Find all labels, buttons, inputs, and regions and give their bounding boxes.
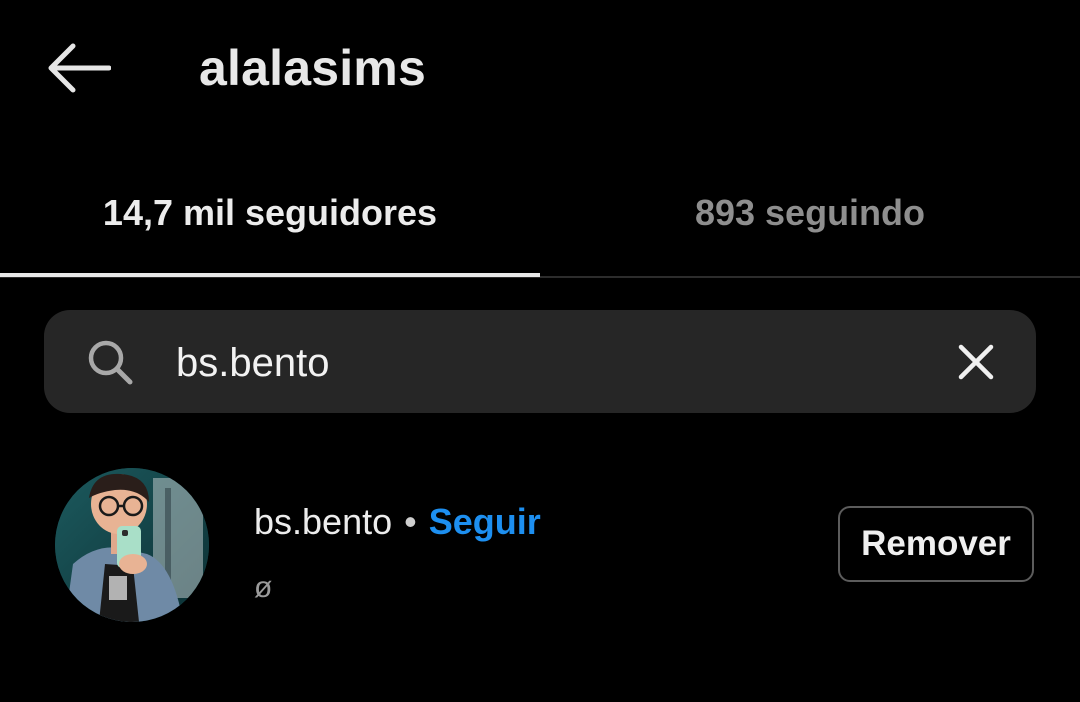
tab-following[interactable]: 893 seguindo: [540, 150, 1080, 276]
close-icon: [958, 344, 994, 380]
full-name: ø: [254, 571, 273, 604]
separator-dot: •: [404, 501, 417, 542]
tab-followers[interactable]: 14,7 mil seguidores: [0, 150, 540, 276]
clear-search-button[interactable]: [950, 336, 1002, 388]
avatar-image: [55, 468, 209, 622]
active-tab-indicator: [0, 273, 540, 277]
follow-button[interactable]: Seguir: [429, 501, 541, 543]
result-user-line: bs.bento • Seguir: [254, 498, 541, 546]
back-button[interactable]: [40, 38, 116, 98]
arrow-left-icon: [48, 43, 111, 93]
search-icon: [88, 340, 133, 385]
search-input[interactable]: [176, 330, 916, 396]
username[interactable]: bs.bento: [254, 501, 392, 543]
avatar[interactable]: [55, 468, 209, 622]
page-title: alalasims: [199, 40, 426, 96]
tab-bar: 14,7 mil seguidores 893 seguindo: [0, 150, 1080, 278]
remove-button[interactable]: Remover: [838, 506, 1034, 582]
top-bar: alalasims: [0, 0, 1080, 140]
